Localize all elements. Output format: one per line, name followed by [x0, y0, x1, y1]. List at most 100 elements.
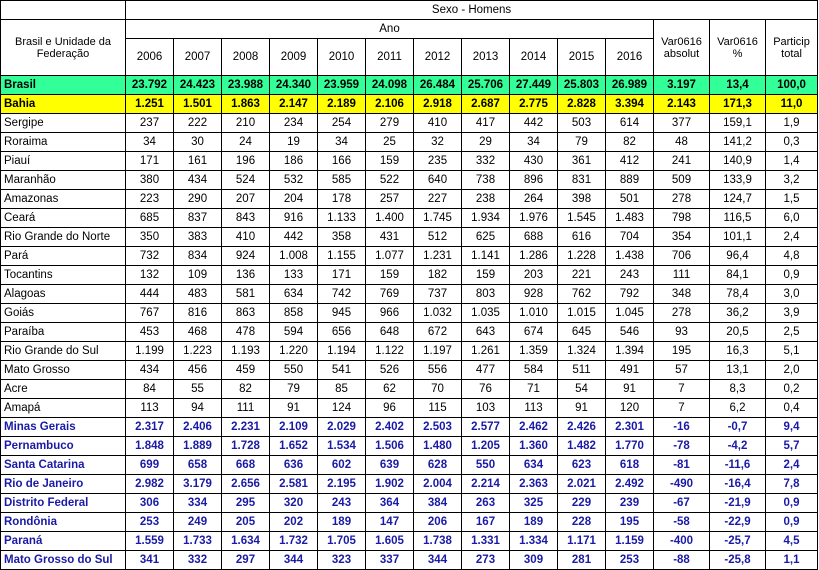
table-cell: 831 — [557, 170, 606, 190]
table-cell: 767 — [125, 303, 174, 323]
table-cell: 25.803 — [557, 75, 606, 95]
region-name: Maranhão — [0, 170, 126, 190]
region-name: Bahia — [0, 94, 126, 114]
table-cell: 383 — [173, 227, 222, 247]
table-cell: 1.501 — [173, 94, 222, 114]
table-cell: 2,4 — [764, 227, 819, 247]
var-pct-header: Var0616 % — [709, 19, 766, 76]
table-cell: 239 — [605, 493, 654, 513]
region-name: Amapá — [0, 398, 126, 418]
table-cell: 93 — [653, 322, 710, 342]
table-cell: 3,2 — [764, 170, 819, 190]
table-cell: 71 — [509, 379, 558, 399]
table-cell: 254 — [317, 113, 366, 133]
table-row: Mato Grosso 434 456 459 550 541 526 556 477 584 51… — [0, 360, 819, 380]
year-header: 2010 — [317, 38, 366, 76]
table-cell: 762 — [557, 284, 606, 304]
table-cell: 928 — [509, 284, 558, 304]
table-cell: 1.032 — [413, 303, 462, 323]
table-cell: 1.745 — [413, 208, 462, 228]
table-cell: 195 — [653, 341, 710, 361]
table-cell: 1.733 — [173, 531, 222, 551]
table-cell: 70 — [413, 379, 462, 399]
table-cell: 1.605 — [365, 531, 414, 551]
table-cell: 84,1 — [709, 265, 766, 285]
table-cell: 1.251 — [125, 94, 174, 114]
table-cell: 1.194 — [317, 341, 366, 361]
table-cell: 204 — [269, 189, 318, 209]
table-row: Distrito Federal 306 334 295 320 243 364 384 263… — [0, 493, 819, 513]
table-cell: 132 — [125, 265, 174, 285]
table-cell: 2.581 — [269, 474, 318, 494]
table-cell: 532 — [269, 170, 318, 190]
year-header: 2011 — [365, 38, 414, 76]
table-cell: 524 — [221, 170, 270, 190]
table-cell: 1.438 — [605, 246, 654, 266]
table-cell: 1.483 — [605, 208, 654, 228]
table-cell: -400 — [653, 531, 710, 551]
table-cell: 477 — [461, 360, 510, 380]
homicide-table: Sexo - Homens Brasil e Unidade da Federa… — [0, 0, 819, 570]
table-cell: 896 — [509, 170, 558, 190]
table-cell: 459 — [221, 360, 270, 380]
table-cell: 124 — [317, 398, 366, 418]
table-cell: 1.197 — [413, 341, 462, 361]
table-row: Piauí 171 161 196 186 166 159 235 332 430 361 412 24… — [0, 151, 819, 171]
table-cell: 792 — [605, 284, 654, 304]
table-cell: 8,3 — [709, 379, 766, 399]
region-column-header: Brasil e Unidade da Federação — [0, 19, 126, 76]
table-cell: 1.199 — [125, 341, 174, 361]
table-cell: 1.863 — [221, 94, 270, 114]
table-cell: 3.197 — [653, 75, 710, 95]
table-cell: 803 — [461, 284, 510, 304]
table-cell: 816 — [173, 303, 222, 323]
region-name: Rio de Janeiro — [0, 474, 126, 494]
table-row: Goiás 767 816 863 858 945 966 1.032 1.035 1.010 1.… — [0, 303, 819, 323]
table-cell: 101,1 — [709, 227, 766, 247]
table-cell: 380 — [125, 170, 174, 190]
table-cell: 241 — [653, 151, 710, 171]
table-cell: 25 — [365, 132, 414, 152]
table-cell: 634 — [509, 455, 558, 475]
table-cell: 159 — [461, 265, 510, 285]
table-cell: 2.004 — [413, 474, 462, 494]
table-cell: 410 — [413, 113, 462, 133]
table-cell: 253 — [605, 550, 654, 570]
table-cell: 159,1 — [709, 113, 766, 133]
table-row: Bahia 1.251 1.501 1.863 2.147 2.189 2.106 2.918… — [0, 94, 819, 114]
table-row: Rio de Janeiro 2.982 3.179 2.656 2.581 2.195 1… — [0, 474, 819, 494]
table-cell: 837 — [173, 208, 222, 228]
table-cell: 358 — [317, 227, 366, 247]
region-name: Amazonas — [0, 189, 126, 209]
table-cell: 1.889 — [173, 436, 222, 456]
table-cell: 4,8 — [764, 246, 819, 266]
region-name: Paraná — [0, 531, 126, 551]
table-cell: -81 — [653, 455, 710, 475]
table-cell: 3.394 — [605, 94, 654, 114]
table-cell: -0,7 — [709, 417, 766, 437]
table-cell: 742 — [317, 284, 366, 304]
table-cell: -16 — [653, 417, 710, 437]
table-cell: 453 — [125, 322, 174, 342]
table-cell: 48 — [653, 132, 710, 152]
table-cell: 1.705 — [317, 531, 366, 551]
table-cell: 550 — [269, 360, 318, 380]
table-cell: 1,9 — [764, 113, 819, 133]
region-name: Brasil — [0, 75, 126, 95]
region-name: Roraima — [0, 132, 126, 152]
table-cell: 5,7 — [764, 436, 819, 456]
table-cell: 7 — [653, 398, 710, 418]
table-cell: 96 — [365, 398, 414, 418]
table-row: Roraima 34 30 24 19 34 25 32 29 34 79 82 48 141,2 0,3 — [0, 132, 819, 152]
table-row: Amapá 113 94 111 91 124 96 115 103 113 91 120 7 6,2 0,… — [0, 398, 819, 418]
table-cell: 24.423 — [173, 75, 222, 95]
table-cell: 398 — [557, 189, 606, 209]
region-name: Santa Catarina — [0, 455, 126, 475]
table-cell: 522 — [365, 170, 414, 190]
table-cell: 166 — [317, 151, 366, 171]
table-cell: -21,9 — [709, 493, 766, 513]
table-cell: 24.098 — [365, 75, 414, 95]
table-cell: 348 — [653, 284, 710, 304]
table-cell: -88 — [653, 550, 710, 570]
year-header: 2007 — [173, 38, 222, 76]
